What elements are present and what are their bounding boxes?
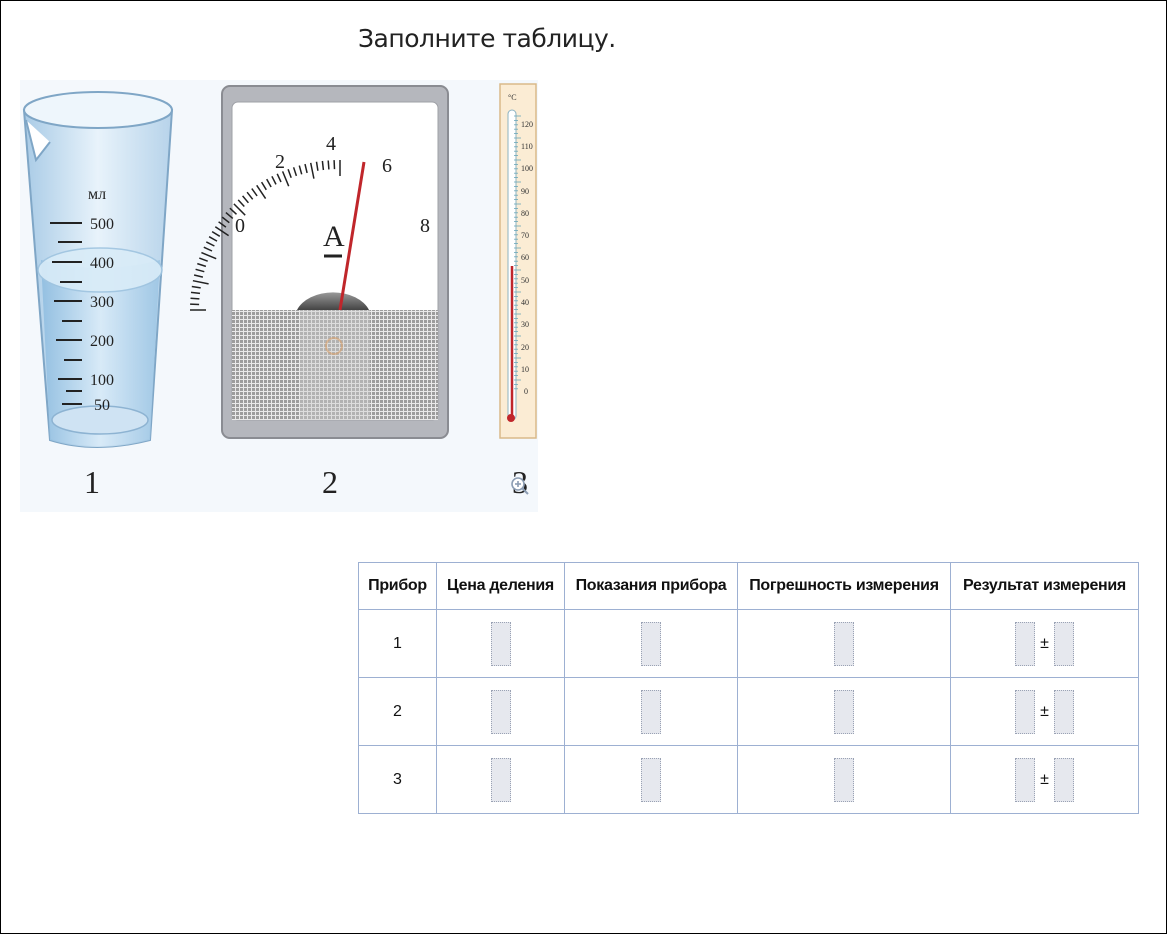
result-cell: ± — [950, 677, 1139, 746]
ammeter-symbol: А — [323, 220, 345, 253]
result-error-input[interactable] — [1053, 757, 1074, 802]
col-header-device: Прибор — [358, 562, 437, 610]
result-value-input[interactable] — [1015, 689, 1036, 734]
ammeter-tick — [208, 236, 218, 242]
thermo-tick-label: 90 — [521, 187, 529, 196]
error-cell — [737, 609, 951, 678]
reading-input[interactable] — [641, 621, 661, 666]
instruments-drawing: мл 500 400 300 200 100 50 0 2 4 6 8 А °C… — [22, 83, 537, 448]
error-cell — [737, 745, 951, 814]
plus-minus-sign: ± — [1040, 634, 1049, 652]
thermo-tick-label: 0 — [524, 387, 528, 396]
result-error-input[interactable] — [1053, 621, 1074, 666]
ammeter-tick — [197, 262, 207, 268]
thermo-tick-label: 70 — [521, 231, 529, 240]
ammeter-tick — [192, 279, 209, 285]
cylinder-tick-label: 100 — [90, 372, 114, 389]
ammeter-tick-label: 8 — [420, 215, 430, 237]
table-row: 1 ± — [358, 609, 1139, 678]
ammeter-tick — [201, 251, 217, 260]
error-input[interactable] — [834, 757, 854, 802]
thermometer-unit: °C — [508, 93, 517, 102]
thermo-tick-label: 120 — [521, 120, 533, 129]
plus-minus-sign: ± — [1040, 770, 1049, 788]
table-header-row: Прибор Цена деления Показания прибора По… — [358, 562, 1139, 610]
cylinder-tick-label: 50 — [94, 397, 110, 414]
thermometer: °C 120 110 100 90 80 70 60 50 40 30 20 1… — [499, 83, 537, 439]
ammeter-tick — [195, 268, 205, 273]
division-value-cell — [436, 745, 565, 814]
graduated-cylinder: мл 500 400 300 200 100 50 — [22, 91, 174, 448]
reading-input[interactable] — [641, 757, 661, 802]
reading-cell — [564, 745, 738, 814]
cylinder-tick-label: 200 — [90, 333, 114, 350]
error-cell — [737, 677, 951, 746]
table-row: 2 ± — [358, 677, 1139, 746]
thermo-tick-label: 100 — [521, 164, 533, 173]
thermo-tick-label: 80 — [521, 209, 529, 218]
division-value-input[interactable] — [490, 689, 511, 734]
plus-minus-sign: ± — [1040, 702, 1049, 720]
division-value-cell — [436, 677, 565, 746]
ammeter-tick — [190, 291, 201, 295]
figure-label-1: 1 — [84, 464, 100, 500]
ammeter-tick — [193, 274, 204, 278]
ammeter-tick — [205, 241, 215, 247]
thermo-tick-label: 110 — [521, 142, 533, 151]
ammeter-tick-label: 2 — [275, 151, 285, 173]
result-value-input[interactable] — [1015, 621, 1036, 666]
thermo-tick-label: 10 — [521, 365, 529, 374]
division-value-input[interactable] — [490, 757, 511, 802]
zoom-in-icon[interactable] — [510, 476, 530, 496]
device-number: 2 — [358, 677, 437, 746]
instruments-figure: мл 500 400 300 200 100 50 0 2 4 6 8 А °C… — [20, 80, 538, 512]
cylinder-tick-label: 400 — [90, 255, 114, 272]
thermo-tick-label: 50 — [521, 276, 529, 285]
ammeter-tick — [190, 297, 200, 300]
result-value-input[interactable] — [1015, 757, 1036, 802]
ammeter-tick-label: 4 — [326, 133, 336, 155]
ammeter-tick — [191, 285, 201, 289]
reading-cell — [564, 677, 738, 746]
col-header-reading: Показания прибора — [564, 562, 738, 610]
thermo-tick-label: 40 — [521, 298, 529, 307]
ammeter: 0 2 4 6 8 А — [190, 85, 449, 439]
ammeter-tick-label: 6 — [382, 155, 392, 177]
result-cell: ± — [950, 609, 1139, 678]
ammeter-tick — [211, 230, 221, 237]
reading-cell — [564, 609, 738, 678]
cylinder-tick-label: 500 — [90, 216, 114, 233]
device-number: 3 — [358, 745, 437, 814]
ammeter-tick — [321, 160, 325, 171]
figure-label-2: 2 — [322, 464, 338, 500]
cylinder-tick-label: 300 — [90, 294, 114, 311]
result-error-input[interactable] — [1053, 689, 1074, 734]
device-number: 1 — [358, 609, 437, 678]
col-header-result: Результат измерения — [950, 562, 1139, 610]
ammeter-tick — [203, 246, 213, 252]
division-value-input[interactable] — [490, 621, 511, 666]
thermo-tick-label: 20 — [521, 343, 529, 352]
col-header-division-value: Цена деления — [436, 562, 565, 610]
error-input[interactable] — [834, 689, 854, 734]
thermo-tick-label: 30 — [521, 320, 529, 329]
cylinder-unit: мл — [88, 186, 106, 203]
ammeter-tick — [327, 160, 330, 170]
instruction-text: Заполните таблицу. — [358, 24, 616, 53]
division-value-cell — [436, 609, 565, 678]
measurement-table: Прибор Цена деления Показания прибора По… — [358, 562, 1139, 814]
col-header-error: Погрешность измерения — [737, 562, 951, 610]
result-cell: ± — [950, 745, 1139, 814]
ammeter-tick-label: 0 — [235, 215, 245, 237]
thermo-tick-label: 60 — [521, 253, 529, 262]
error-input[interactable] — [834, 621, 854, 666]
ammeter-tick — [199, 257, 208, 262]
reading-input[interactable] — [641, 689, 661, 734]
table-row: 3 ± — [358, 745, 1139, 814]
